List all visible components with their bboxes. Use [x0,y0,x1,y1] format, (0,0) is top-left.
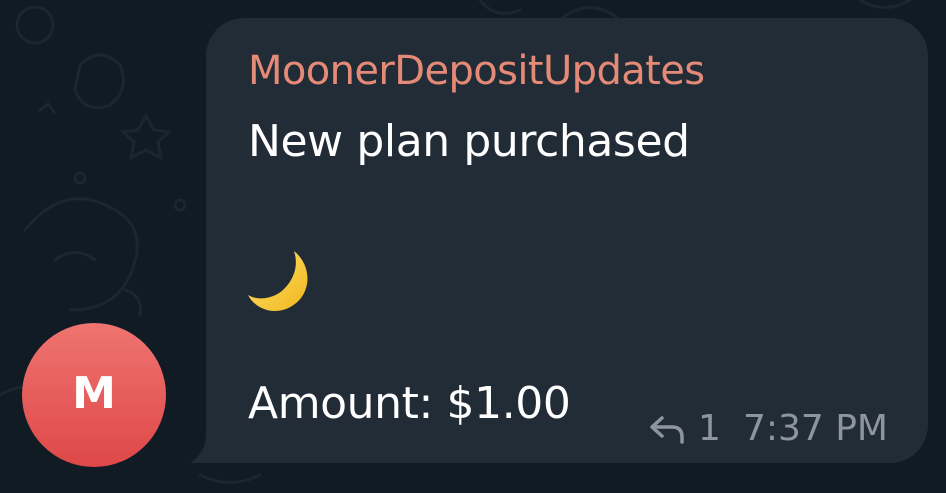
avatar-initial: M [72,368,116,419]
message-time: 7:37 PM [742,408,888,449]
message-line-amount: Amount: $1.00 [248,378,571,429]
crescent-moon-icon [248,251,308,312]
sender-name[interactable]: MoonerDepositUpdates [248,48,705,94]
reply-arrow-icon[interactable] [648,414,686,444]
message-line-plan: New plan purchased [248,116,690,167]
message-bubble[interactable]: MoonerDepositUpdates New plan purchased … [206,18,928,463]
chat-background: M MoonerDepositUpdates New plan purchase… [0,0,946,493]
reply-count[interactable]: 1 [698,408,721,449]
sender-avatar[interactable]: M [22,323,166,467]
message-meta: 1 7:37 PM [648,408,888,449]
